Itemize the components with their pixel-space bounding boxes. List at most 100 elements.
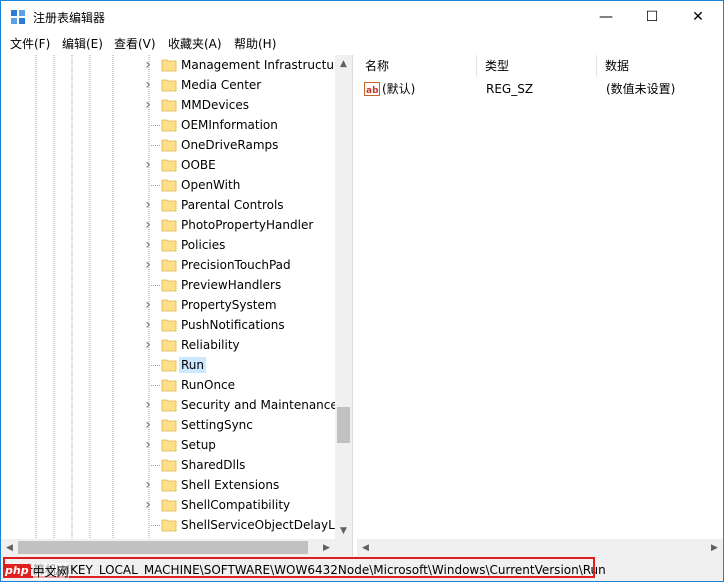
string-value-icon: ab <box>364 82 380 96</box>
tree-item-label: PropertySystem <box>181 298 277 312</box>
tree-connector <box>151 525 160 526</box>
tree-item[interactable]: OpenWith <box>1 175 335 195</box>
chevron-right-icon[interactable]: › <box>143 97 153 113</box>
tree-item-label: OpenWith <box>181 178 241 192</box>
tree-item[interactable]: › PrecisionTouchPad <box>1 255 335 275</box>
tree-item-label: OOBE <box>181 158 216 172</box>
chevron-right-icon[interactable]: › <box>143 217 153 233</box>
chevron-right-icon[interactable]: › <box>143 437 153 453</box>
tree-item-label: Setup <box>181 438 216 452</box>
folder-icon <box>161 179 177 192</box>
tree-item[interactable]: › MMDevices <box>1 95 335 115</box>
chevron-right-icon[interactable]: › <box>143 417 153 433</box>
chevron-right-icon[interactable]: › <box>143 157 153 173</box>
tree-item-label: PushNotifications <box>181 318 285 332</box>
tree-item[interactable]: OEMInformation <box>1 115 335 135</box>
tree-item[interactable]: › Security and Maintenance <box>1 395 338 415</box>
close-button[interactable]: ✕ <box>675 1 721 32</box>
value-name: (默认) <box>382 82 416 96</box>
tree-item[interactable]: › ShellCompatibility <box>1 495 335 515</box>
chevron-right-icon[interactable]: › <box>143 77 153 93</box>
values-horizontal-scrollbar[interactable]: ◀ ▶ <box>357 539 723 556</box>
tree-item[interactable]: OneDriveRamps <box>1 135 335 155</box>
scrollbar-corner <box>335 539 352 556</box>
folder-icon <box>161 459 177 472</box>
path-highlight-box <box>3 557 595 578</box>
menu-favorites[interactable]: 收藏夹(A) <box>168 35 222 52</box>
scroll-up-icon[interactable]: ▲ <box>335 55 352 72</box>
tree-item[interactable]: › Setup <box>1 435 335 455</box>
chevron-right-icon[interactable]: › <box>143 337 153 353</box>
column-header-data[interactable]: 数据 <box>597 55 723 77</box>
tree-item[interactable]: › Management Infrastructure <box>1 55 346 75</box>
window-title: 注册表编辑器 <box>33 11 106 25</box>
tree-item[interactable]: › Shell Extensions <box>1 475 335 495</box>
folder-icon <box>161 359 177 372</box>
menu-file[interactable]: 文件(F) <box>10 35 50 52</box>
folder-icon <box>161 379 177 392</box>
tree-connector <box>151 465 160 466</box>
maximize-button[interactable]: ☐ <box>629 1 675 32</box>
tree-item[interactable]: › Reliability <box>1 335 335 355</box>
menu-help[interactable]: 帮助(H) <box>234 35 276 52</box>
tree-item[interactable]: SharedDlls <box>1 455 335 475</box>
value-row[interactable]: ab (默认) REG_SZ (数值未设置) <box>357 79 723 99</box>
tree-horizontal-scrollbar[interactable]: ◀ ▶ <box>1 539 335 556</box>
tree-item[interactable]: › Policies <box>1 235 335 255</box>
chevron-right-icon[interactable]: › <box>143 197 153 213</box>
folder-icon <box>161 79 177 92</box>
tree-item[interactable]: › Parental Controls <box>1 195 335 215</box>
watermark-logo: php 中文网 <box>3 562 69 580</box>
tree-hscroll-thumb[interactable] <box>18 541 308 554</box>
tree-item-label: Media Center <box>181 78 262 92</box>
tree-item[interactable]: › OOBE <box>1 155 335 175</box>
chevron-right-icon[interactable]: › <box>143 497 153 513</box>
chevron-right-icon[interactable]: › <box>143 297 153 313</box>
tree-connector <box>151 185 160 186</box>
scroll-down-icon[interactable]: ▼ <box>335 522 352 539</box>
svg-text:ab: ab <box>366 86 379 96</box>
folder-icon <box>161 479 177 492</box>
tree-vscroll-thumb[interactable] <box>337 407 350 443</box>
watermark-text: 中文网 <box>32 562 69 580</box>
tree-item[interactable]: › PhotoPropertyHandler <box>1 215 335 235</box>
chevron-right-icon[interactable]: › <box>143 477 153 493</box>
tree-vertical-scrollbar[interactable]: ▲ ▼ <box>335 55 352 539</box>
tree-item[interactable]: › PushNotifications <box>1 315 335 335</box>
menu-view[interactable]: 查看(V) <box>114 35 156 52</box>
menu-edit[interactable]: 编辑(E) <box>62 35 103 52</box>
folder-icon <box>161 219 177 232</box>
folder-icon <box>161 239 177 252</box>
tree-item-label: Shell Extensions <box>181 478 280 492</box>
chevron-right-icon[interactable]: › <box>143 237 153 253</box>
chevron-right-icon[interactable]: › <box>143 317 153 333</box>
scroll-right-icon[interactable]: ▶ <box>706 539 723 556</box>
scroll-left-icon[interactable]: ◀ <box>357 539 374 556</box>
chevron-right-icon[interactable]: › <box>143 257 153 273</box>
title-bar[interactable]: 注册表编辑器 — ☐ ✕ <box>1 1 723 32</box>
tree-item-label: Security and Maintenance <box>181 398 338 412</box>
tree-item[interactable]: › SettingSync <box>1 415 335 435</box>
folder-icon <box>161 119 177 132</box>
column-header-name[interactable]: 名称 <box>357 55 477 77</box>
chevron-right-icon[interactable]: › <box>143 57 153 73</box>
column-header-type[interactable]: 类型 <box>477 55 597 77</box>
folder-icon <box>161 259 177 272</box>
tree-item-label: Run <box>179 357 207 373</box>
tree-item[interactable]: Run <box>1 355 335 375</box>
tree-item[interactable]: RunOnce <box>1 375 335 395</box>
tree-item[interactable]: › Media Center <box>1 75 335 95</box>
chevron-right-icon[interactable]: › <box>143 397 153 413</box>
tree-item[interactable]: ShellServiceObjectDelayLoad <box>1 515 352 535</box>
scroll-left-icon[interactable]: ◀ <box>1 539 18 556</box>
folder-icon <box>161 419 177 432</box>
tree-item[interactable]: › PropertySystem <box>1 295 335 315</box>
scroll-right-icon[interactable]: ▶ <box>318 539 335 556</box>
menu-bar: 文件(F) 编辑(E) 查看(V) 收藏夹(A) 帮助(H) <box>1 32 723 54</box>
minimize-button[interactable]: — <box>583 1 629 32</box>
minimize-icon: — <box>599 8 613 25</box>
tree-item[interactable]: PreviewHandlers <box>1 275 335 295</box>
folder-icon <box>161 339 177 352</box>
tree-connector <box>151 365 160 366</box>
tree-item-label: Policies <box>181 238 226 252</box>
